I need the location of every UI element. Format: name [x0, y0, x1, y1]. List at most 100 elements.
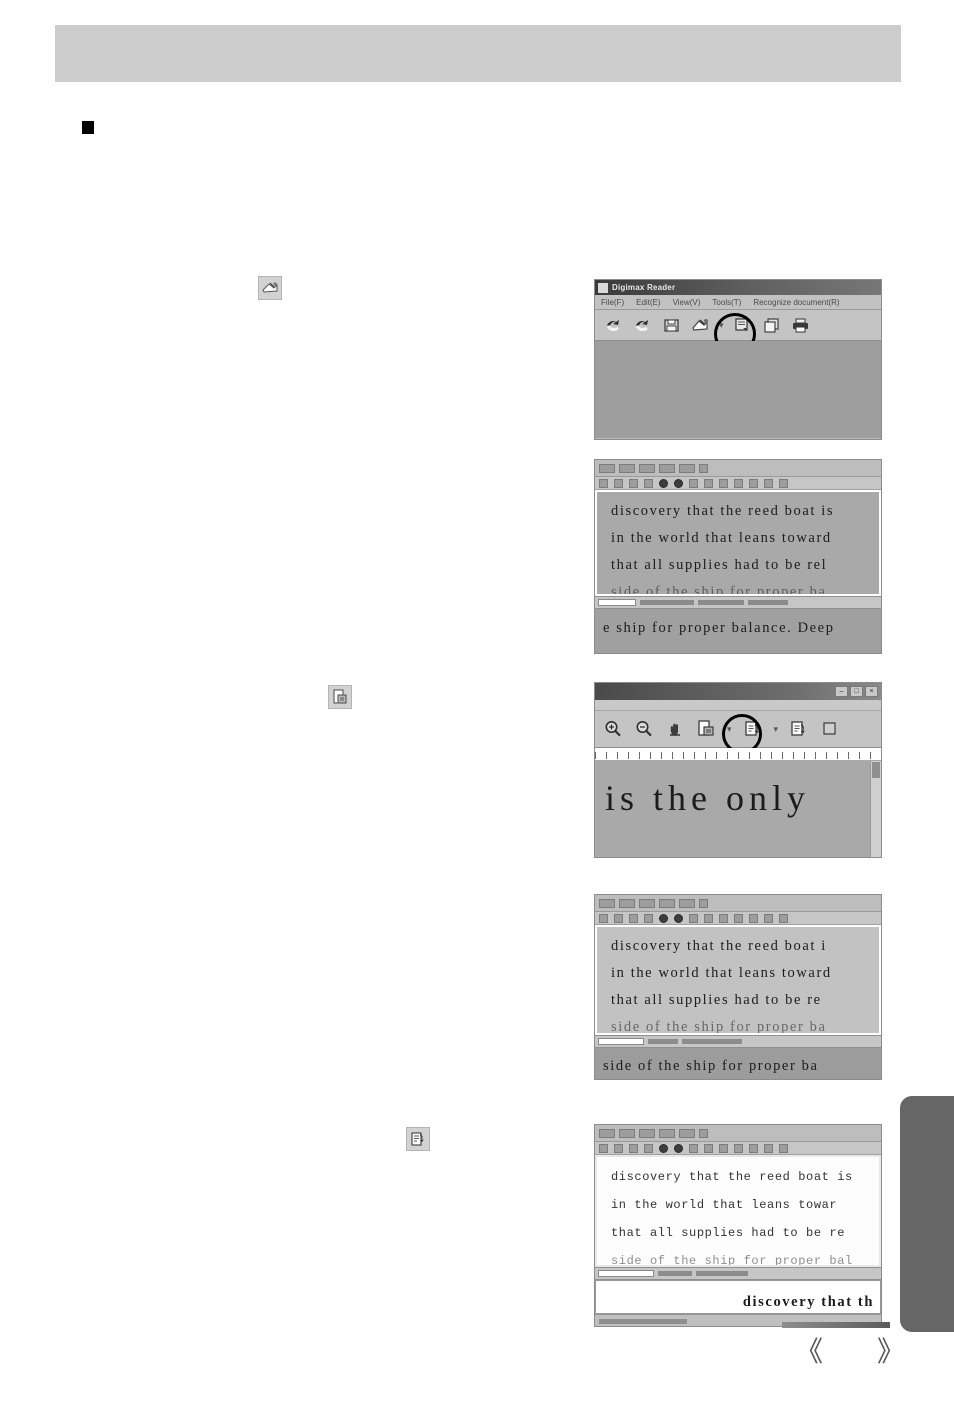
toolbar-icon[interactable]	[674, 478, 683, 488]
toolbar-icon[interactable]	[689, 913, 698, 923]
toolbar-icon[interactable]	[614, 913, 623, 923]
toolbar-icon[interactable]	[659, 1143, 668, 1153]
app-icon	[599, 898, 615, 908]
toolbar-icon[interactable]	[674, 913, 683, 923]
previous-page-icon[interactable]: 《	[795, 1338, 823, 1366]
field-box[interactable]	[598, 599, 636, 606]
document-line: side of the ship for proper ba	[611, 1019, 827, 1035]
toolbar-icon[interactable]	[764, 913, 773, 923]
zoom-in-icon[interactable]	[603, 719, 623, 739]
field-box[interactable]	[598, 1270, 654, 1277]
footer-rule	[782, 1322, 890, 1328]
output-pane: discovery that th	[595, 1280, 881, 1314]
minimize-button[interactable]: –	[835, 686, 848, 697]
splitter-strip[interactable]	[595, 1267, 881, 1280]
toolbar-icon[interactable]	[704, 1143, 713, 1153]
toolbar-icon[interactable]	[644, 913, 653, 923]
toolbar-icon[interactable]	[629, 913, 638, 923]
splitter-strip[interactable]	[595, 596, 881, 609]
copy-page-icon[interactable]	[762, 315, 782, 335]
toolbar-icon[interactable]	[719, 1143, 728, 1153]
next-page-icon[interactable]: 》	[877, 1338, 905, 1366]
toolbar-icon[interactable]	[749, 913, 758, 923]
toolbar-icon[interactable]	[689, 478, 698, 488]
field-box[interactable]	[598, 1038, 644, 1045]
scan-multiple-icon[interactable]	[632, 315, 652, 335]
menu-strip-item[interactable]	[619, 1128, 635, 1138]
toolbar-icon[interactable]	[719, 913, 728, 923]
toolbar-icon[interactable]	[674, 1143, 683, 1153]
menu-item-recognize-document[interactable]: Recognize document(R)	[753, 298, 839, 307]
hand-tool-icon[interactable]	[665, 719, 685, 739]
screenshot-digimax-reader-main: Digimax Reader File(F) Edit(E) View(V) T…	[594, 279, 882, 440]
toolbar-icon[interactable]	[734, 913, 743, 923]
scrollbar-thumb[interactable]	[872, 762, 880, 778]
menu-strip-item[interactable]	[619, 463, 635, 473]
toolbar-icon[interactable]	[779, 478, 788, 488]
open-document-icon[interactable]	[690, 315, 710, 335]
maximize-button[interactable]: □	[850, 686, 863, 697]
zoom-out-icon[interactable]	[634, 719, 654, 739]
strip-segment	[682, 1039, 742, 1044]
vertical-scrollbar[interactable]	[870, 761, 881, 857]
toolbar-icon[interactable]	[749, 478, 758, 488]
menu-strip-item[interactable]	[639, 898, 655, 908]
manual-page: Digimax Reader File(F) Edit(E) View(V) T…	[0, 0, 954, 1401]
menu-item-tools[interactable]: Tools(T)	[712, 298, 741, 307]
menu-item-file[interactable]: File(F)	[601, 298, 624, 307]
menu-strip-item[interactable]	[699, 898, 708, 908]
toolbar-icon[interactable]	[644, 478, 653, 488]
menu-strip-item[interactable]	[659, 898, 675, 908]
print-icon[interactable]	[791, 315, 811, 335]
toolbar-icon[interactable]	[659, 913, 668, 923]
save-icon[interactable]	[661, 315, 681, 335]
toolbar-dropdown-arrow[interactable]: ▾	[727, 724, 732, 735]
menu-strip-item[interactable]	[619, 898, 635, 908]
page-layout-icon[interactable]	[696, 719, 716, 739]
menu-strip-item[interactable]	[659, 463, 675, 473]
toolbar-icon[interactable]	[659, 478, 668, 488]
more-icon[interactable]	[820, 719, 840, 739]
toolbar-icon[interactable]	[734, 1143, 743, 1153]
toolbar-icon[interactable]	[734, 478, 743, 488]
menu-strip-item[interactable]	[679, 463, 695, 473]
toolbar-icon[interactable]	[689, 1143, 698, 1153]
menu-bar: File(F) Edit(E) View(V) Tools(T) Recogni…	[595, 295, 881, 310]
scan-icon[interactable]	[603, 315, 623, 335]
toolbar-icon[interactable]	[644, 1143, 653, 1153]
toolbar-icon[interactable]	[614, 1143, 623, 1153]
toolbar-icon[interactable]	[764, 478, 773, 488]
toolbar-icon[interactable]	[779, 913, 788, 923]
menu-strip-item[interactable]	[679, 898, 695, 908]
menu-strip-item[interactable]	[639, 463, 655, 473]
strip-segment	[658, 1271, 692, 1276]
menu-strip-item[interactable]	[659, 1128, 675, 1138]
toolbar-icon[interactable]	[614, 478, 623, 488]
toolbar-icon[interactable]	[779, 1143, 788, 1153]
send-to-document-icon[interactable]	[733, 315, 753, 335]
toolbar-icon[interactable]	[704, 478, 713, 488]
export-alt-icon[interactable]	[789, 719, 809, 739]
toolbar-icon[interactable]	[749, 1143, 758, 1153]
workspace-area	[595, 341, 881, 438]
toolbar-icon[interactable]	[764, 1143, 773, 1153]
menu-strip-item[interactable]	[639, 1128, 655, 1138]
toolbar-icon[interactable]	[629, 1143, 638, 1153]
menu-item-edit[interactable]: Edit(E)	[636, 298, 660, 307]
toolbar-dropdown-arrow[interactable]: ▾	[774, 724, 779, 735]
toolbar-icon[interactable]	[629, 478, 638, 488]
toolbar-icon[interactable]	[704, 913, 713, 923]
menu-strip-item[interactable]	[699, 1128, 708, 1138]
toolbar-icon[interactable]	[719, 478, 728, 488]
splitter-strip[interactable]	[595, 1035, 881, 1048]
toolbar-dropdown-arrow[interactable]: ▾	[719, 320, 724, 331]
close-button[interactable]: ×	[865, 686, 878, 697]
menu-strip-item[interactable]	[699, 463, 708, 473]
output-line: discovery that th	[742, 1294, 874, 1310]
toolbar-icon[interactable]	[599, 1143, 608, 1153]
toolbar-icon[interactable]	[599, 478, 608, 488]
menu-strip-item[interactable]	[679, 1128, 695, 1138]
menu-item-view[interactable]: View(V)	[673, 298, 701, 307]
toolbar-icon[interactable]	[599, 913, 608, 923]
export-icon[interactable]	[743, 719, 763, 739]
